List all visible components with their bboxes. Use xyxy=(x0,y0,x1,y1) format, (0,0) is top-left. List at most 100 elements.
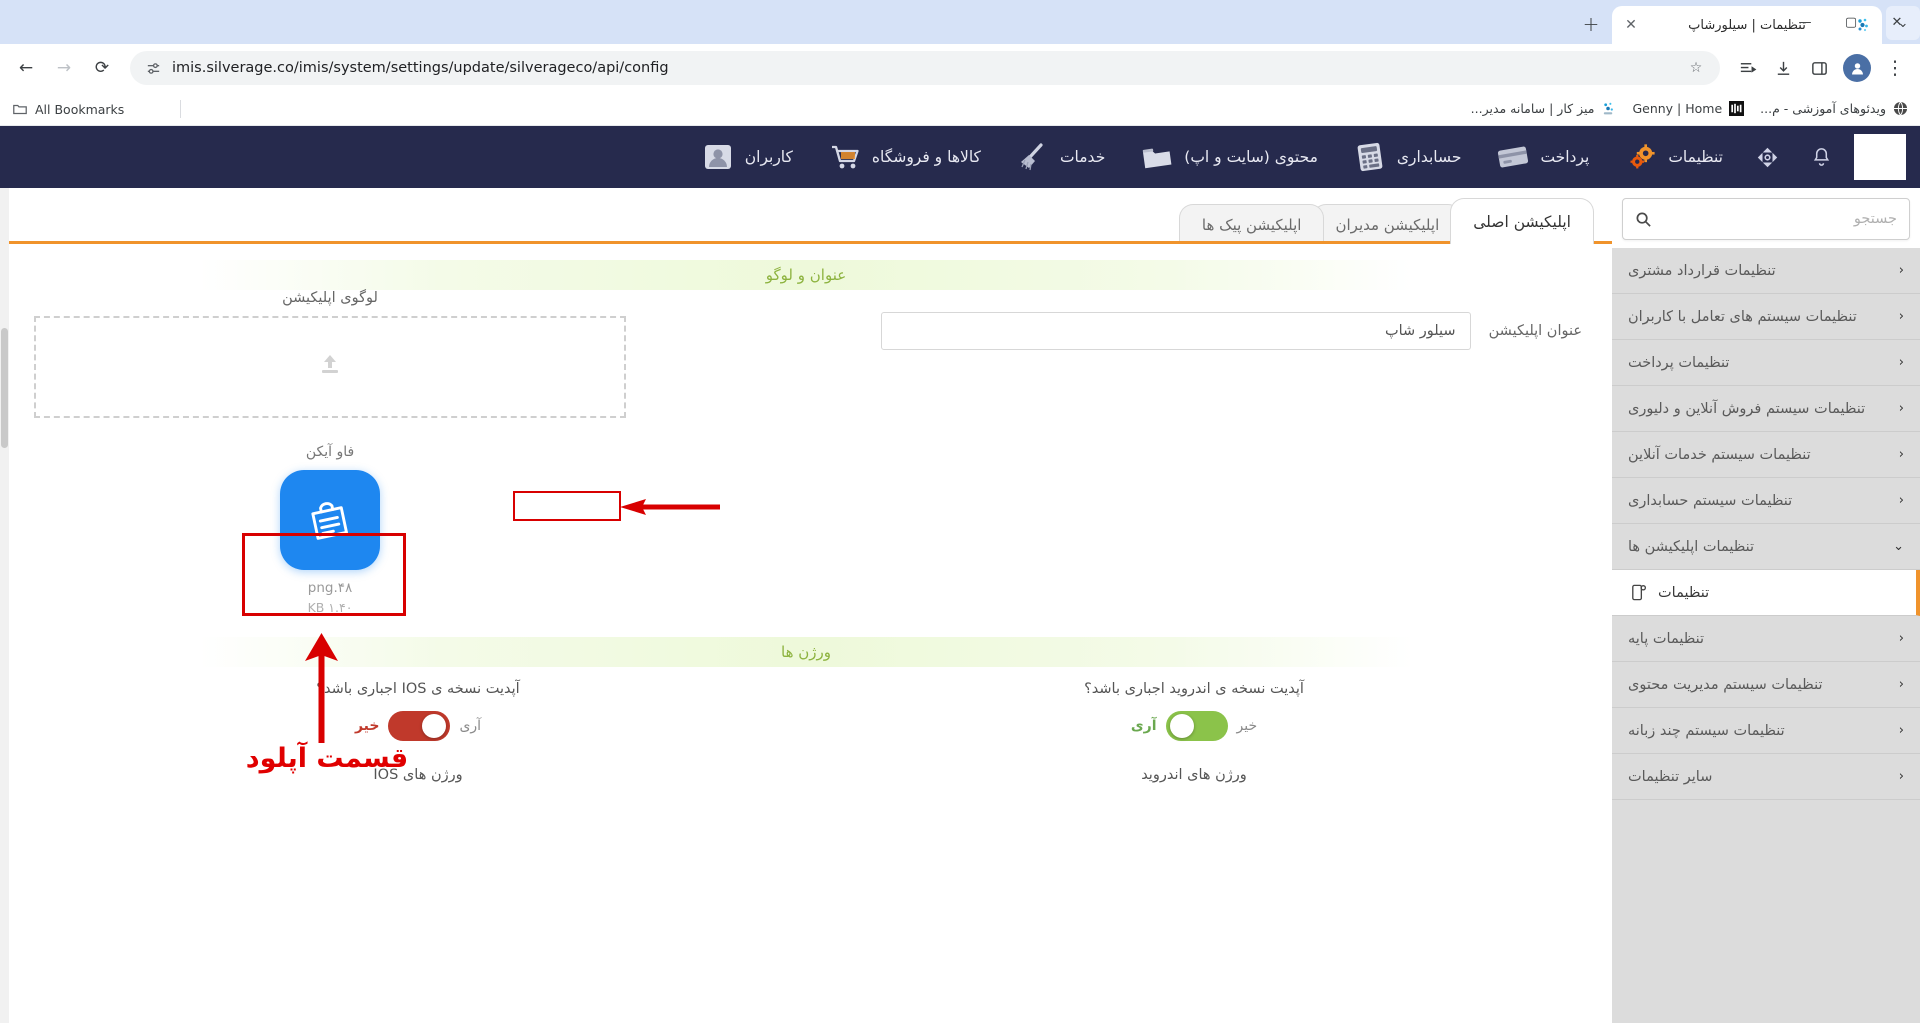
brand-logo-box[interactable] xyxy=(1854,134,1906,180)
nav-item-shop[interactable]: کالاها و فروشگاه xyxy=(810,126,998,188)
tab-managers-application[interactable]: اپلیکیشن مدیران xyxy=(1312,204,1463,244)
chevron-left-icon: ‹ xyxy=(1898,677,1904,692)
nav-item-payment[interactable]: پرداخت xyxy=(1478,126,1606,188)
toggle-knob xyxy=(1169,714,1194,738)
android-force-update-question: آپدیت نسخه ی اندروید اجباری باشد؟ xyxy=(1084,681,1304,697)
chevron-left-icon: ‹ xyxy=(1898,447,1904,462)
browser-menu-icon[interactable]: ⋮ xyxy=(1878,51,1912,85)
scrollbar-thumb[interactable] xyxy=(1,328,8,448)
nav-item-services[interactable]: خدمات xyxy=(998,126,1122,188)
nav-payment-label: پرداخت xyxy=(1540,148,1590,166)
bookmark-item[interactable]: ویدئوهای آموزشی - م... xyxy=(1760,101,1908,117)
sidebar-item-other-settings[interactable]: ‹ سایر تنظیمات xyxy=(1612,754,1920,800)
tab-close-icon[interactable]: ✕ xyxy=(1622,16,1640,34)
side-panel-icon[interactable] xyxy=(1802,51,1836,85)
sidebar-item-multilingual[interactable]: ‹ تنظیمات سیستم چند زبانه xyxy=(1612,708,1920,754)
sidebar-item-cms[interactable]: ‹ تنظیمات سیستم مدیریت محتوی xyxy=(1612,662,1920,708)
bookmark-star-icon[interactable]: ☆ xyxy=(1686,60,1706,76)
folder-icon xyxy=(12,101,28,117)
sidebar-search-box[interactable] xyxy=(1622,198,1910,240)
sidebar-search-wrapper xyxy=(1612,188,1920,248)
tab-label: اپلیکیشن مدیران xyxy=(1335,215,1440,234)
reload-button[interactable]: ⟳ xyxy=(84,50,120,86)
all-bookmarks-button[interactable]: All Bookmarks xyxy=(12,92,124,126)
download-icon[interactable] xyxy=(1766,51,1800,85)
address-bar[interactable]: imis.silverage.co/imis/system/settings/u… xyxy=(130,51,1720,85)
bell-icon[interactable] xyxy=(1794,126,1848,188)
sidebar-item-accounting[interactable]: ‹ تنظیمات سیستم حسابداری xyxy=(1612,478,1920,524)
browser-window: ⌄ تنظیمات | سیلورشاپ ✕ + — ▢ ✕ ← → ⟳ imi… xyxy=(0,0,1920,1023)
credit-card-icon xyxy=(1495,141,1531,173)
search-input[interactable] xyxy=(1652,211,1897,227)
app-top-navbar: تنظیمات پرداخت حسابداری محتوی (سایت و اپ… xyxy=(0,126,1920,188)
favicon-file-size: KB ۱.۴۰ xyxy=(307,600,353,615)
move-icon[interactable] xyxy=(1740,126,1794,188)
chevron-left-icon: ‹ xyxy=(1898,355,1904,370)
ios-toggle-on-label: آری xyxy=(459,718,482,734)
nav-item-content[interactable]: محتوی (سایت و اپ) xyxy=(1122,126,1335,188)
broom-icon xyxy=(1015,141,1051,173)
sidebar-item-payment[interactable]: ‹ تنظیمات پرداخت xyxy=(1612,340,1920,386)
nav-services-label: خدمات xyxy=(1059,148,1106,166)
profile-avatar-icon[interactable] xyxy=(1843,54,1871,82)
back-button[interactable]: ← xyxy=(8,50,44,86)
tab-strip: ⌄ تنظیمات | سیلورشاپ ✕ + — ▢ ✕ xyxy=(0,0,1920,44)
site-settings-icon[interactable] xyxy=(144,59,162,77)
sidebar-item-label: تنظیمات قرارداد مشتری xyxy=(1628,262,1776,279)
sidebar-item-customer-contract[interactable]: ‹ تنظیمات قرارداد مشتری xyxy=(1612,248,1920,294)
app-title-label: عنوان اپلیکیشن xyxy=(1488,323,1582,339)
sidebar-item-label: تنظیمات xyxy=(1658,584,1710,601)
section-title: عنوان و لوگو xyxy=(765,266,847,284)
sidebar-item-settings-active[interactable]: تنظیمات xyxy=(1612,570,1920,616)
close-window-button[interactable]: ✕ xyxy=(1874,0,1920,44)
sidebar-item-base-settings[interactable]: ‹ تنظیمات پایه xyxy=(1612,616,1920,662)
sidebar-item-label: تنظیمات اپلیکیشن ها xyxy=(1628,538,1755,555)
maximize-button[interactable]: ▢ xyxy=(1828,0,1874,44)
ios-toggle-off-label: خیر xyxy=(354,718,380,734)
content-tabs: اپلیکیشن اصلی اپلیکیشن مدیران اپلیکیشن پ… xyxy=(0,188,1612,244)
nav-item-accounting[interactable]: حسابداری xyxy=(1335,126,1479,188)
bookmark-item[interactable]: Genny | Home xyxy=(1632,101,1744,117)
chevron-left-icon: ‹ xyxy=(1898,769,1904,784)
favicon-block: فاو آیکن png.۴۸ KB ۱.۴۰ xyxy=(280,444,380,615)
sidebar-item-online-services[interactable]: ‹ تنظیمات سیستم خدمات آنلاین xyxy=(1612,432,1920,478)
minimize-button[interactable]: — xyxy=(1782,0,1828,44)
address-bar-url: imis.silverage.co/imis/system/settings/u… xyxy=(172,60,669,76)
forward-button[interactable]: → xyxy=(46,50,82,86)
sidebar-item-online-sales-delivery[interactable]: ‹ تنظیمات سیستم فروش آنلاین و دلیوری xyxy=(1612,386,1920,432)
android-force-update-toggle[interactable] xyxy=(1165,711,1228,741)
sidebar-item-label: تنظیمات سیستم فروش آنلاین و دلیوری xyxy=(1628,400,1866,417)
bookmark-item[interactable]: میز کار | سامانه مدیر... xyxy=(1471,101,1617,117)
nav-item-users[interactable]: کاربران xyxy=(683,126,810,188)
sidebar-item-label: سایر تنظیمات xyxy=(1628,768,1713,785)
sidebar-item-label: تنظیمات سیستم حسابداری xyxy=(1628,492,1793,509)
new-tab-button[interactable]: + xyxy=(1576,9,1606,39)
bookmarks-bar: ویدئوهای آموزشی - م... Genny | Home میز … xyxy=(0,92,1920,126)
chevron-left-icon: ‹ xyxy=(1898,263,1904,278)
sidebar-item-label: تنظیمات سیستم خدمات آنلاین xyxy=(1628,446,1811,463)
bookmarks-divider xyxy=(180,100,181,118)
favicon-preview-image[interactable] xyxy=(280,470,380,570)
tab-couriers-application[interactable]: اپلیکیشن پیک ها xyxy=(1178,204,1325,244)
tab-main-application[interactable]: اپلیکیشن اصلی xyxy=(1450,198,1594,244)
sidebar-item-label: تنظیمات سیستم چند زبانه xyxy=(1628,722,1785,739)
silverage-icon xyxy=(1600,101,1616,117)
sidebar-item-applications[interactable]: ⌄ تنظیمات اپلیکیشن ها xyxy=(1612,524,1920,570)
ios-force-update-toggle[interactable] xyxy=(388,711,451,741)
globe-icon xyxy=(1892,101,1908,117)
chevron-down-icon: ⌄ xyxy=(1893,539,1904,554)
ios-versions-label: ورژن های IOS xyxy=(373,767,463,783)
reading-list-icon[interactable] xyxy=(1730,51,1764,85)
sidebar-item-user-interaction[interactable]: ‹ تنظیمات سیستم های تعامل با کاربران xyxy=(1612,294,1920,340)
nav-item-settings[interactable]: تنظیمات xyxy=(1606,126,1740,188)
tab-label: اپلیکیشن اصلی xyxy=(1473,212,1571,231)
nav-accounting-label: حسابداری xyxy=(1396,148,1462,166)
nav-settings-label: تنظیمات xyxy=(1668,148,1723,166)
page-scrollbar[interactable] xyxy=(0,188,9,1023)
bookmark-label: Genny | Home xyxy=(1632,101,1723,116)
sidebar-item-label: تنظیمات پایه xyxy=(1628,630,1705,647)
app-title-input[interactable] xyxy=(880,312,1471,350)
navbar-menu: تنظیمات پرداخت حسابداری محتوی (سایت و اپ… xyxy=(14,126,1740,188)
logo-upload-dropzone[interactable] xyxy=(34,316,626,418)
android-toggle-row: خیر آری xyxy=(1131,711,1257,741)
